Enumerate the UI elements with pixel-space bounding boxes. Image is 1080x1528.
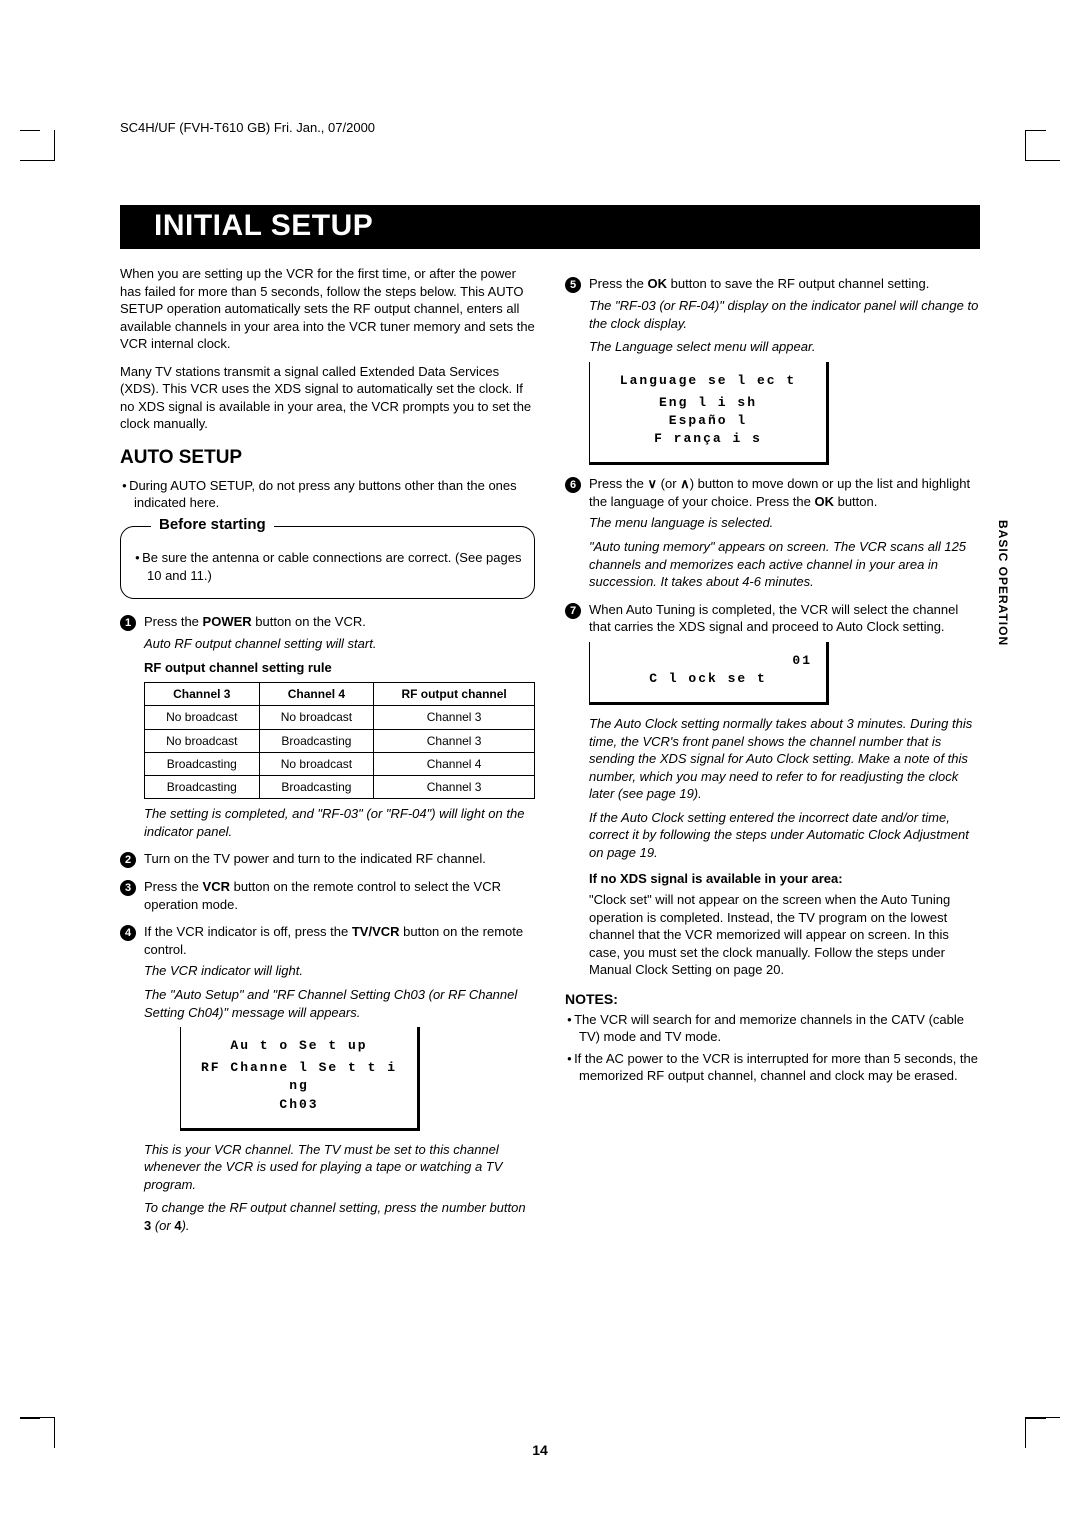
step-4-icon: 4 xyxy=(120,925,136,941)
content-columns: When you are setting up the VCR for the … xyxy=(120,265,980,1235)
step-4-note3: This is your VCR channel. The TV must be… xyxy=(144,1141,535,1194)
table-row: Broadcasting No broadcast Channel 4 xyxy=(145,752,535,775)
step-3-vcr: VCR xyxy=(203,879,230,894)
step-7-note2: If the Auto Clock setting entered the in… xyxy=(589,809,980,862)
crop-mark-icon xyxy=(20,130,55,161)
step-6-text-a: Press the xyxy=(589,476,648,491)
step-1-power: POWER xyxy=(203,614,252,629)
manual-page: SC4H/UF (FVH-T610 GB) Fri. Jan., 07/2000… xyxy=(0,0,1080,1528)
step-7-note1: The Auto Clock setting normally takes ab… xyxy=(589,715,980,803)
step-5-note2: The Language select menu will appear. xyxy=(589,338,980,356)
step-1-note2: The setting is completed, and "RF-03" (o… xyxy=(144,805,535,840)
step-4-text-a: If the VCR indicator is off, press the xyxy=(144,924,352,939)
step-3-text-a: Press the xyxy=(144,879,203,894)
step-5: 5 Press the OK button to save the RF out… xyxy=(565,275,980,293)
step-6-note2: "Auto tuning memory" appears on screen. … xyxy=(589,538,980,591)
step-4-tvvcr: TV/VCR xyxy=(352,924,400,939)
osd-clock-label: C l ock se t xyxy=(604,670,812,688)
step-5-ok: OK xyxy=(648,276,668,291)
before-starting-box: Before starting Be sure the antenna or c… xyxy=(120,526,535,599)
step-1: 1 Press the POWER button on the VCR. xyxy=(120,613,535,631)
step-4-note4: To change the RF output channel setting,… xyxy=(144,1199,535,1234)
step-7-text: When Auto Tuning is completed, the VCR w… xyxy=(589,601,980,636)
step-2-icon: 2 xyxy=(120,852,136,868)
auto-setup-heading: AUTO SETUP xyxy=(120,447,535,469)
step-6-note1: The menu language is selected. xyxy=(589,514,980,532)
crop-mark-icon xyxy=(1025,130,1060,161)
th-ch3: Channel 3 xyxy=(145,683,260,706)
table-row: No broadcast Broadcasting Channel 3 xyxy=(145,729,535,752)
step-5-text-a: Press the xyxy=(589,276,648,291)
left-column: When you are setting up the VCR for the … xyxy=(120,265,535,1235)
osd-option-english: Eng l i sh xyxy=(604,394,812,412)
osd-clock-value: 01 xyxy=(792,652,812,670)
osd-option-francais: F rança i s xyxy=(604,430,812,448)
step-4-note1: The VCR indicator will light. xyxy=(144,962,535,980)
table-row: No broadcast No broadcast Channel 3 xyxy=(145,706,535,729)
table-row: Channel 3 Channel 4 RF output channel xyxy=(145,683,535,706)
th-rf: RF output channel xyxy=(374,683,535,706)
step-5-note1: The "RF-03 (or RF-04)" display on the in… xyxy=(589,297,980,332)
th-ch4: Channel 4 xyxy=(259,683,374,706)
step-3: 3 Press the VCR button on the remote con… xyxy=(120,878,535,913)
notes-item-2: If the AC power to the VCR is interrupte… xyxy=(579,1050,980,1085)
step-1-icon: 1 xyxy=(120,615,136,631)
step-7-icon: 7 xyxy=(565,603,581,619)
step-7: 7 When Auto Tuning is completed, the VCR… xyxy=(565,601,980,636)
step-3-icon: 3 xyxy=(120,880,136,896)
step-6-icon: 6 xyxy=(565,477,581,493)
step-2: 2 Turn on the TV power and turn to the i… xyxy=(120,850,535,868)
no-xds-heading: If no XDS signal is available in your ar… xyxy=(589,870,980,888)
step-6: 6 Press the ∨ (or ∧) button to move down… xyxy=(565,475,980,510)
section-tab: BASIC OPERATION xyxy=(996,520,1010,646)
page-title: INITIAL SETUP xyxy=(120,205,980,249)
no-xds-body: "Clock set" will not appear on the scree… xyxy=(589,891,980,979)
auto-setup-bullet: During AUTO SETUP, do not press any butt… xyxy=(134,477,535,512)
step-2-text: Turn on the TV power and turn to the ind… xyxy=(144,850,486,868)
step-5-icon: 5 xyxy=(565,277,581,293)
before-starting-title: Before starting xyxy=(151,516,274,533)
osd-line: RF Channe l Se t t i ng xyxy=(195,1059,403,1095)
right-column: 5 Press the OK button to save the RF out… xyxy=(565,265,980,1235)
step-1-note: Auto RF output channel setting will star… xyxy=(144,635,535,653)
rf-rule-title: RF output channel setting rule xyxy=(144,659,535,677)
chevron-down-icon: ∨ xyxy=(648,476,658,491)
step-1-text-c: button on the VCR. xyxy=(252,614,366,629)
table-row: Broadcasting Broadcasting Channel 3 xyxy=(145,775,535,798)
doc-header: SC4H/UF (FVH-T610 GB) Fri. Jan., 07/2000 xyxy=(120,120,980,135)
step-6-mid: (or xyxy=(657,476,680,491)
step-4-note2: The "Auto Setup" and "RF Channel Setting… xyxy=(144,986,535,1021)
osd-auto-setup: Au t o Se t up RF Channe l Se t t i ng C… xyxy=(180,1027,420,1131)
osd-clock-set: 00 01 C l ock se t xyxy=(589,642,829,705)
osd-language-select: Language se l ec t Eng l i sh Españo l F… xyxy=(589,362,829,466)
before-starting-bullet: Be sure the antenna or cable connections… xyxy=(147,549,522,584)
notes-item-1: The VCR will search for and memorize cha… xyxy=(579,1011,980,1046)
intro-p2: Many TV stations transmit a signal calle… xyxy=(120,363,535,433)
step-5-text-c: button to save the RF output channel set… xyxy=(667,276,929,291)
osd-line: Au t o Se t up xyxy=(195,1037,403,1055)
page-number: 14 xyxy=(0,1442,1080,1458)
osd-option-espanol: Españo l xyxy=(604,412,812,430)
step-6-ok: OK xyxy=(814,494,834,509)
chevron-up-icon: ∧ xyxy=(680,476,690,491)
step-6-text-d: button. xyxy=(834,494,877,509)
intro-p1: When you are setting up the VCR for the … xyxy=(120,265,535,353)
step-4: 4 If the VCR indicator is off, press the… xyxy=(120,923,535,958)
osd-line: Ch03 xyxy=(195,1096,403,1114)
rf-output-table: Channel 3 Channel 4 RF output channel No… xyxy=(144,682,535,799)
notes-heading: NOTES: xyxy=(565,991,980,1007)
osd-title: Language se l ec t xyxy=(604,372,812,390)
step-1-text-a: Press the xyxy=(144,614,203,629)
